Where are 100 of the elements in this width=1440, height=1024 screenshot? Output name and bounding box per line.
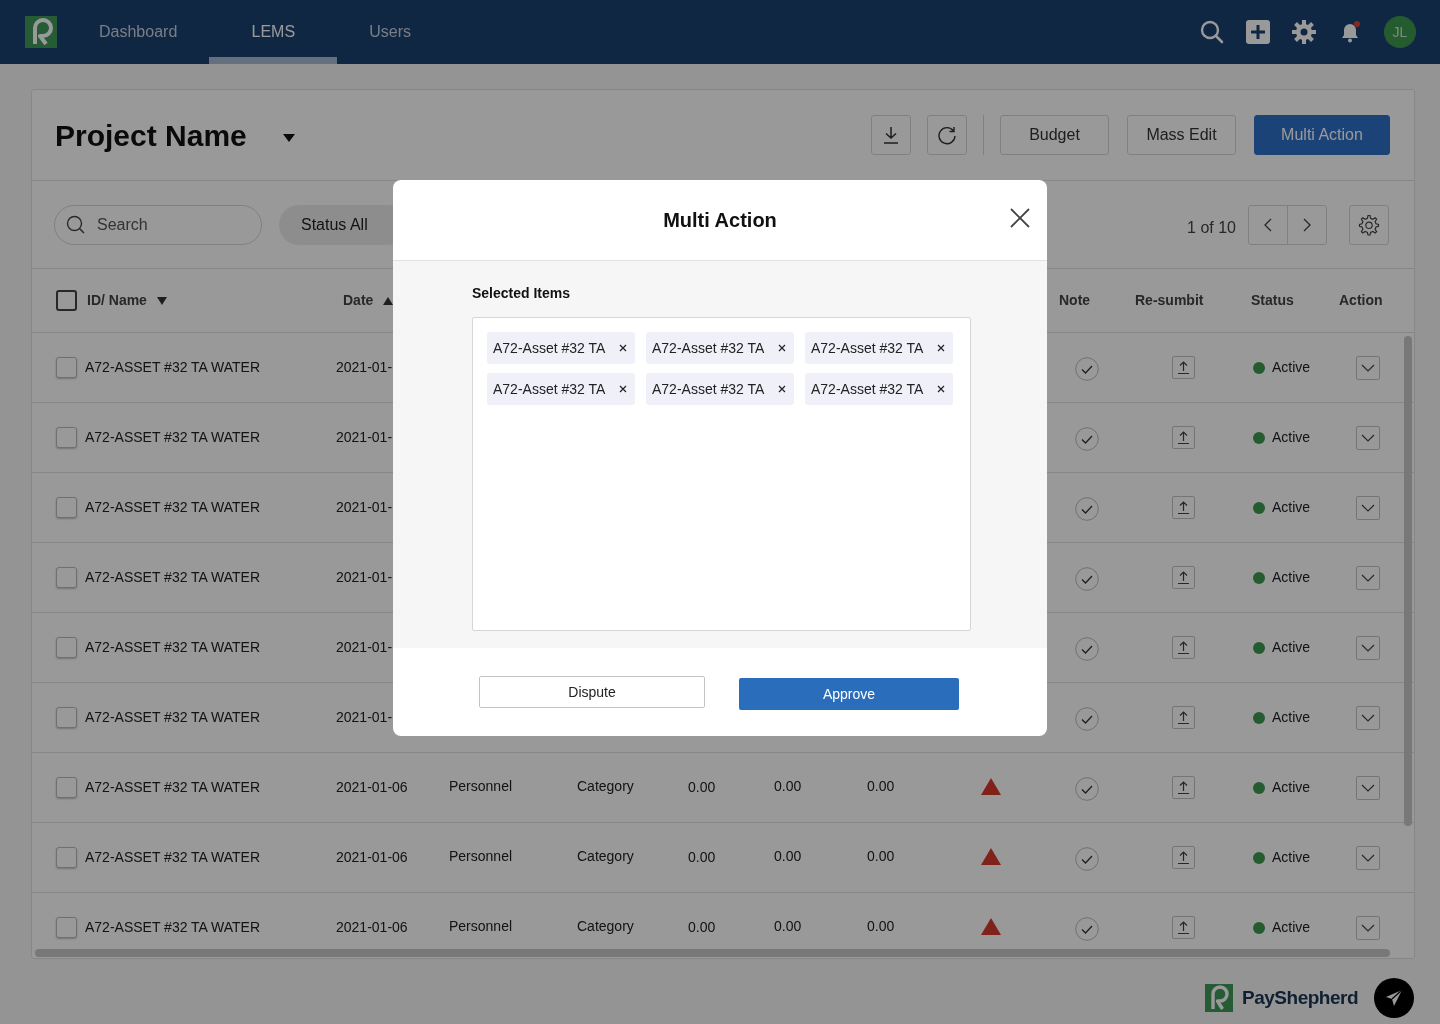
remove-icon[interactable]	[935, 383, 947, 395]
toolbar-button[interactable]: Mass Edit	[1127, 115, 1236, 155]
download-button[interactable]	[871, 115, 911, 155]
selected-items-field[interactable]: A72-Asset #32 TA A72-Asset #32 TA A72-Asset #32 TA A72-Asset #32 TA A72-Asset #32 TA A72-Asset #32 TA	[472, 317, 971, 631]
remove-icon[interactable]	[776, 383, 788, 395]
horizontal-scrollbar[interactable]	[35, 949, 1390, 957]
vertical-scrollbar[interactable]	[1404, 336, 1412, 826]
add-icon[interactable]	[1246, 20, 1270, 44]
resubmit-button[interactable]	[1172, 496, 1195, 519]
column-header[interactable]: Note	[1059, 290, 1091, 311]
checkbox[interactable]	[56, 427, 77, 448]
resubmit-button[interactable]	[1172, 776, 1195, 799]
table-cell: 0.00	[867, 917, 895, 934]
chevron-down-icon	[1361, 923, 1375, 932]
check-circle-icon[interactable]	[1075, 916, 1099, 941]
remove-icon[interactable]	[935, 342, 947, 354]
check-circle-icon[interactable]	[1075, 636, 1099, 661]
column-header[interactable]: Re-sumbit	[1135, 290, 1204, 311]
item-chip[interactable]: A72-Asset #32 TA	[487, 332, 635, 364]
column-header[interactable]: ID/ Name	[87, 290, 147, 311]
logo-icon	[1205, 984, 1234, 1012]
remove-icon[interactable]	[617, 342, 629, 354]
checkbox[interactable]	[56, 847, 77, 868]
nav-tab[interactable]: LEMS	[209, 0, 338, 64]
item-chip[interactable]: A72-Asset #32 TA	[805, 332, 953, 364]
check-circle-icon[interactable]	[1075, 356, 1099, 381]
item-chip[interactable]: A72-Asset #32 TA	[646, 373, 794, 405]
column-header[interactable]: Action	[1339, 290, 1383, 311]
toolbar-button[interactable]: Budget	[1000, 115, 1109, 155]
remove-icon[interactable]	[776, 342, 788, 354]
check-circle-icon[interactable]	[1075, 496, 1099, 521]
table-cell: 2021-01-	[336, 429, 393, 445]
checkbox[interactable]	[56, 637, 77, 658]
checkbox[interactable]	[56, 777, 77, 798]
resubmit-button[interactable]	[1172, 846, 1195, 869]
sort-icon[interactable]	[383, 296, 394, 305]
status-label: Active	[1272, 498, 1311, 517]
check-circle-icon[interactable]	[1075, 426, 1099, 451]
chevron-down-icon	[1361, 783, 1375, 792]
search-field[interactable]: Search	[54, 204, 262, 245]
checkbox[interactable]	[56, 707, 77, 728]
checkbox[interactable]	[56, 357, 77, 378]
resubmit-button[interactable]	[1172, 356, 1195, 379]
checkbox[interactable]	[56, 917, 77, 938]
chip-label: A72-Asset #32 TA	[811, 379, 924, 399]
close-button[interactable]	[1009, 207, 1031, 229]
table-cell: 0.00	[867, 777, 895, 794]
checkbox[interactable]	[56, 290, 77, 311]
status-label: Active	[1272, 708, 1311, 727]
column-header[interactable]: Date	[343, 290, 374, 311]
resubmit-button[interactable]	[1172, 706, 1195, 729]
column-header[interactable]: Status	[1251, 290, 1294, 311]
upload-icon	[1178, 921, 1189, 934]
check-circle-icon[interactable]	[1075, 566, 1099, 591]
item-chip[interactable]: A72-Asset #32 TA	[805, 373, 953, 405]
sort-icon[interactable]	[156, 296, 167, 305]
table-cell: 0.00	[774, 777, 802, 794]
upload-icon	[1178, 361, 1189, 374]
dialog-title: Multi Action	[663, 208, 777, 233]
table-cell: 2021-01-06	[336, 849, 408, 865]
upload-icon	[1178, 781, 1189, 794]
table-cell: 0.00	[688, 779, 716, 795]
chevron-left-icon	[1264, 217, 1272, 232]
remove-icon[interactable]	[617, 383, 629, 395]
status-label: Active	[1272, 848, 1311, 867]
table-cell: 0.00	[867, 847, 895, 864]
search-icon[interactable]	[1200, 20, 1224, 44]
resubmit-button[interactable]	[1172, 426, 1195, 449]
table-settings-button[interactable]	[1349, 204, 1389, 245]
table-cell-text: A72-ASSET #32 TA WATER	[85, 708, 261, 727]
settings-icon[interactable]	[1292, 20, 1316, 44]
chevron-down-icon	[1361, 503, 1375, 512]
toolbar-button[interactable]: Multi Action	[1254, 115, 1390, 155]
caret-down-icon[interactable]	[282, 134, 295, 142]
resubmit-button[interactable]	[1172, 636, 1195, 659]
table-cell: Category	[577, 917, 634, 934]
check-circle-icon[interactable]	[1075, 706, 1099, 731]
item-chip[interactable]: A72-Asset #32 TA	[487, 373, 635, 405]
nav-tab[interactable]: Dashboard	[67, 0, 210, 64]
chevron-down-icon	[1361, 573, 1375, 582]
resubmit-button[interactable]	[1172, 916, 1195, 939]
checkbox[interactable]	[56, 497, 77, 518]
refresh-button[interactable]	[927, 115, 967, 155]
resubmit-button[interactable]	[1172, 566, 1195, 589]
nav-tab[interactable]: Users	[337, 0, 444, 64]
dialog-button[interactable]: Approve	[739, 678, 959, 710]
check-circle-icon[interactable]	[1075, 776, 1099, 801]
checkbox[interactable]	[56, 567, 77, 588]
upload-icon	[1178, 641, 1189, 654]
status-label: Active	[1272, 568, 1311, 587]
check-circle-icon[interactable]	[1075, 846, 1099, 871]
dialog-button[interactable]: Dispute	[479, 676, 705, 708]
send-button[interactable]	[1374, 978, 1414, 1018]
table-cell-text: A72-ASSET #32 TA WATER	[85, 498, 261, 517]
status-label: Active	[1272, 918, 1311, 937]
item-chip[interactable]: A72-Asset #32 TA	[646, 332, 794, 364]
table-cell: 2021-01-	[336, 569, 393, 585]
table-cell: Personnel	[449, 777, 513, 794]
table-cell: 0.00	[774, 847, 802, 864]
field-label: Selected Items	[472, 284, 572, 303]
